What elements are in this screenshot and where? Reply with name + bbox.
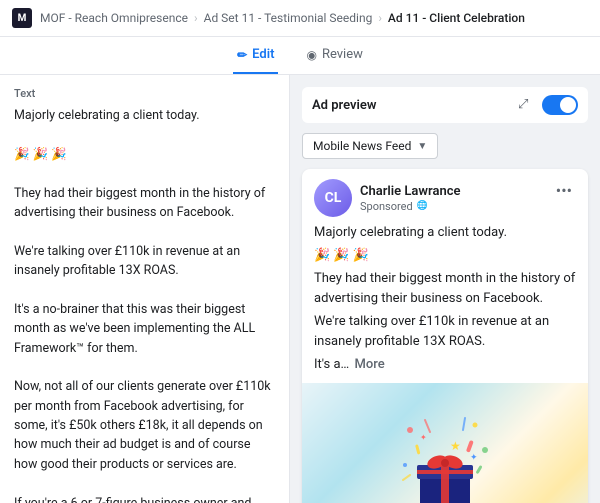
right-panel: Ad preview ⤢ Mobile News Feed ▼ CL Ch [290,75,600,503]
tab-edit[interactable]: ✏ Edit [233,37,278,74]
globe-icon: 🌐 [417,201,428,211]
breadcrumb-sep-1: › [194,11,198,25]
tab-review[interactable]: ◉ Review [302,37,366,74]
sponsored-text: Sponsored [360,200,413,213]
advertiser-name: Charlie Lawrance [360,184,460,199]
ad-line-1: Majorly celebrating a client today. [314,223,576,243]
breadcrumb: M MOF - Reach Omnipresence › Ad Set 11 -… [0,0,600,37]
breadcrumb-link-1[interactable]: MOF - Reach Omnipresence [40,11,188,25]
text-label: Text [14,87,275,100]
chevron-down-icon: ▼ [417,141,427,152]
left-panel: Text Majorly celebrating a client today.… [0,75,290,503]
ad-line-5: It's a… More [314,355,576,375]
preview-toggle[interactable] [542,95,578,115]
tab-bar: ✏ Edit ◉ Review [0,37,600,75]
svg-text:★: ★ [450,439,461,453]
ad-body-text: Majorly celebrating a client today. 🎉 🎉 … [302,223,588,383]
svg-text:✦: ✦ [420,433,427,442]
more-link[interactable]: More [355,357,385,372]
gift-box-illustration: ★ ✦ ✦ [395,410,495,503]
breadcrumb-sep-2: › [378,11,382,25]
review-icon: ◉ [306,48,316,62]
ad-text-content[interactable]: Majorly celebrating a client today. 🎉 🎉 … [14,106,275,503]
placement-dropdown[interactable]: Mobile News Feed ▼ [302,133,438,159]
ad-line-3: They had their biggest month in the hist… [314,269,576,308]
more-options-button[interactable]: ••• [552,179,576,202]
avatar: CL [314,179,352,217]
breadcrumb-current: Ad 11 - Client Celebration [388,11,525,25]
ad-preview-header: Ad preview ⤢ [302,87,588,123]
ad-line-4: We're talking over £110k in revenue at a… [314,312,576,351]
edit-icon: ✏ [237,48,247,62]
ad-line-2: 🎉 🎉 🎉 [314,246,576,266]
advertiser-info: CL Charlie Lawrance Sponsored 🌐 [314,179,460,217]
ad-card: CL Charlie Lawrance Sponsored 🌐 ••• Majo… [302,169,588,503]
breadcrumb-link-2[interactable]: Ad Set 11 - Testimonial Seeding [204,11,373,25]
preview-controls: ⤢ [518,95,578,115]
svg-text:✦: ✦ [470,453,478,463]
ad-image: ★ ✦ ✦ [302,383,588,503]
placement-label: Mobile News Feed [313,139,411,153]
main-layout: Text Majorly celebrating a client today.… [0,75,600,503]
ad-preview-label: Ad preview [312,98,377,113]
external-link-icon[interactable]: ⤢ [518,97,534,113]
app-logo: M [12,8,32,28]
ad-card-header: CL Charlie Lawrance Sponsored 🌐 ••• [302,169,588,223]
